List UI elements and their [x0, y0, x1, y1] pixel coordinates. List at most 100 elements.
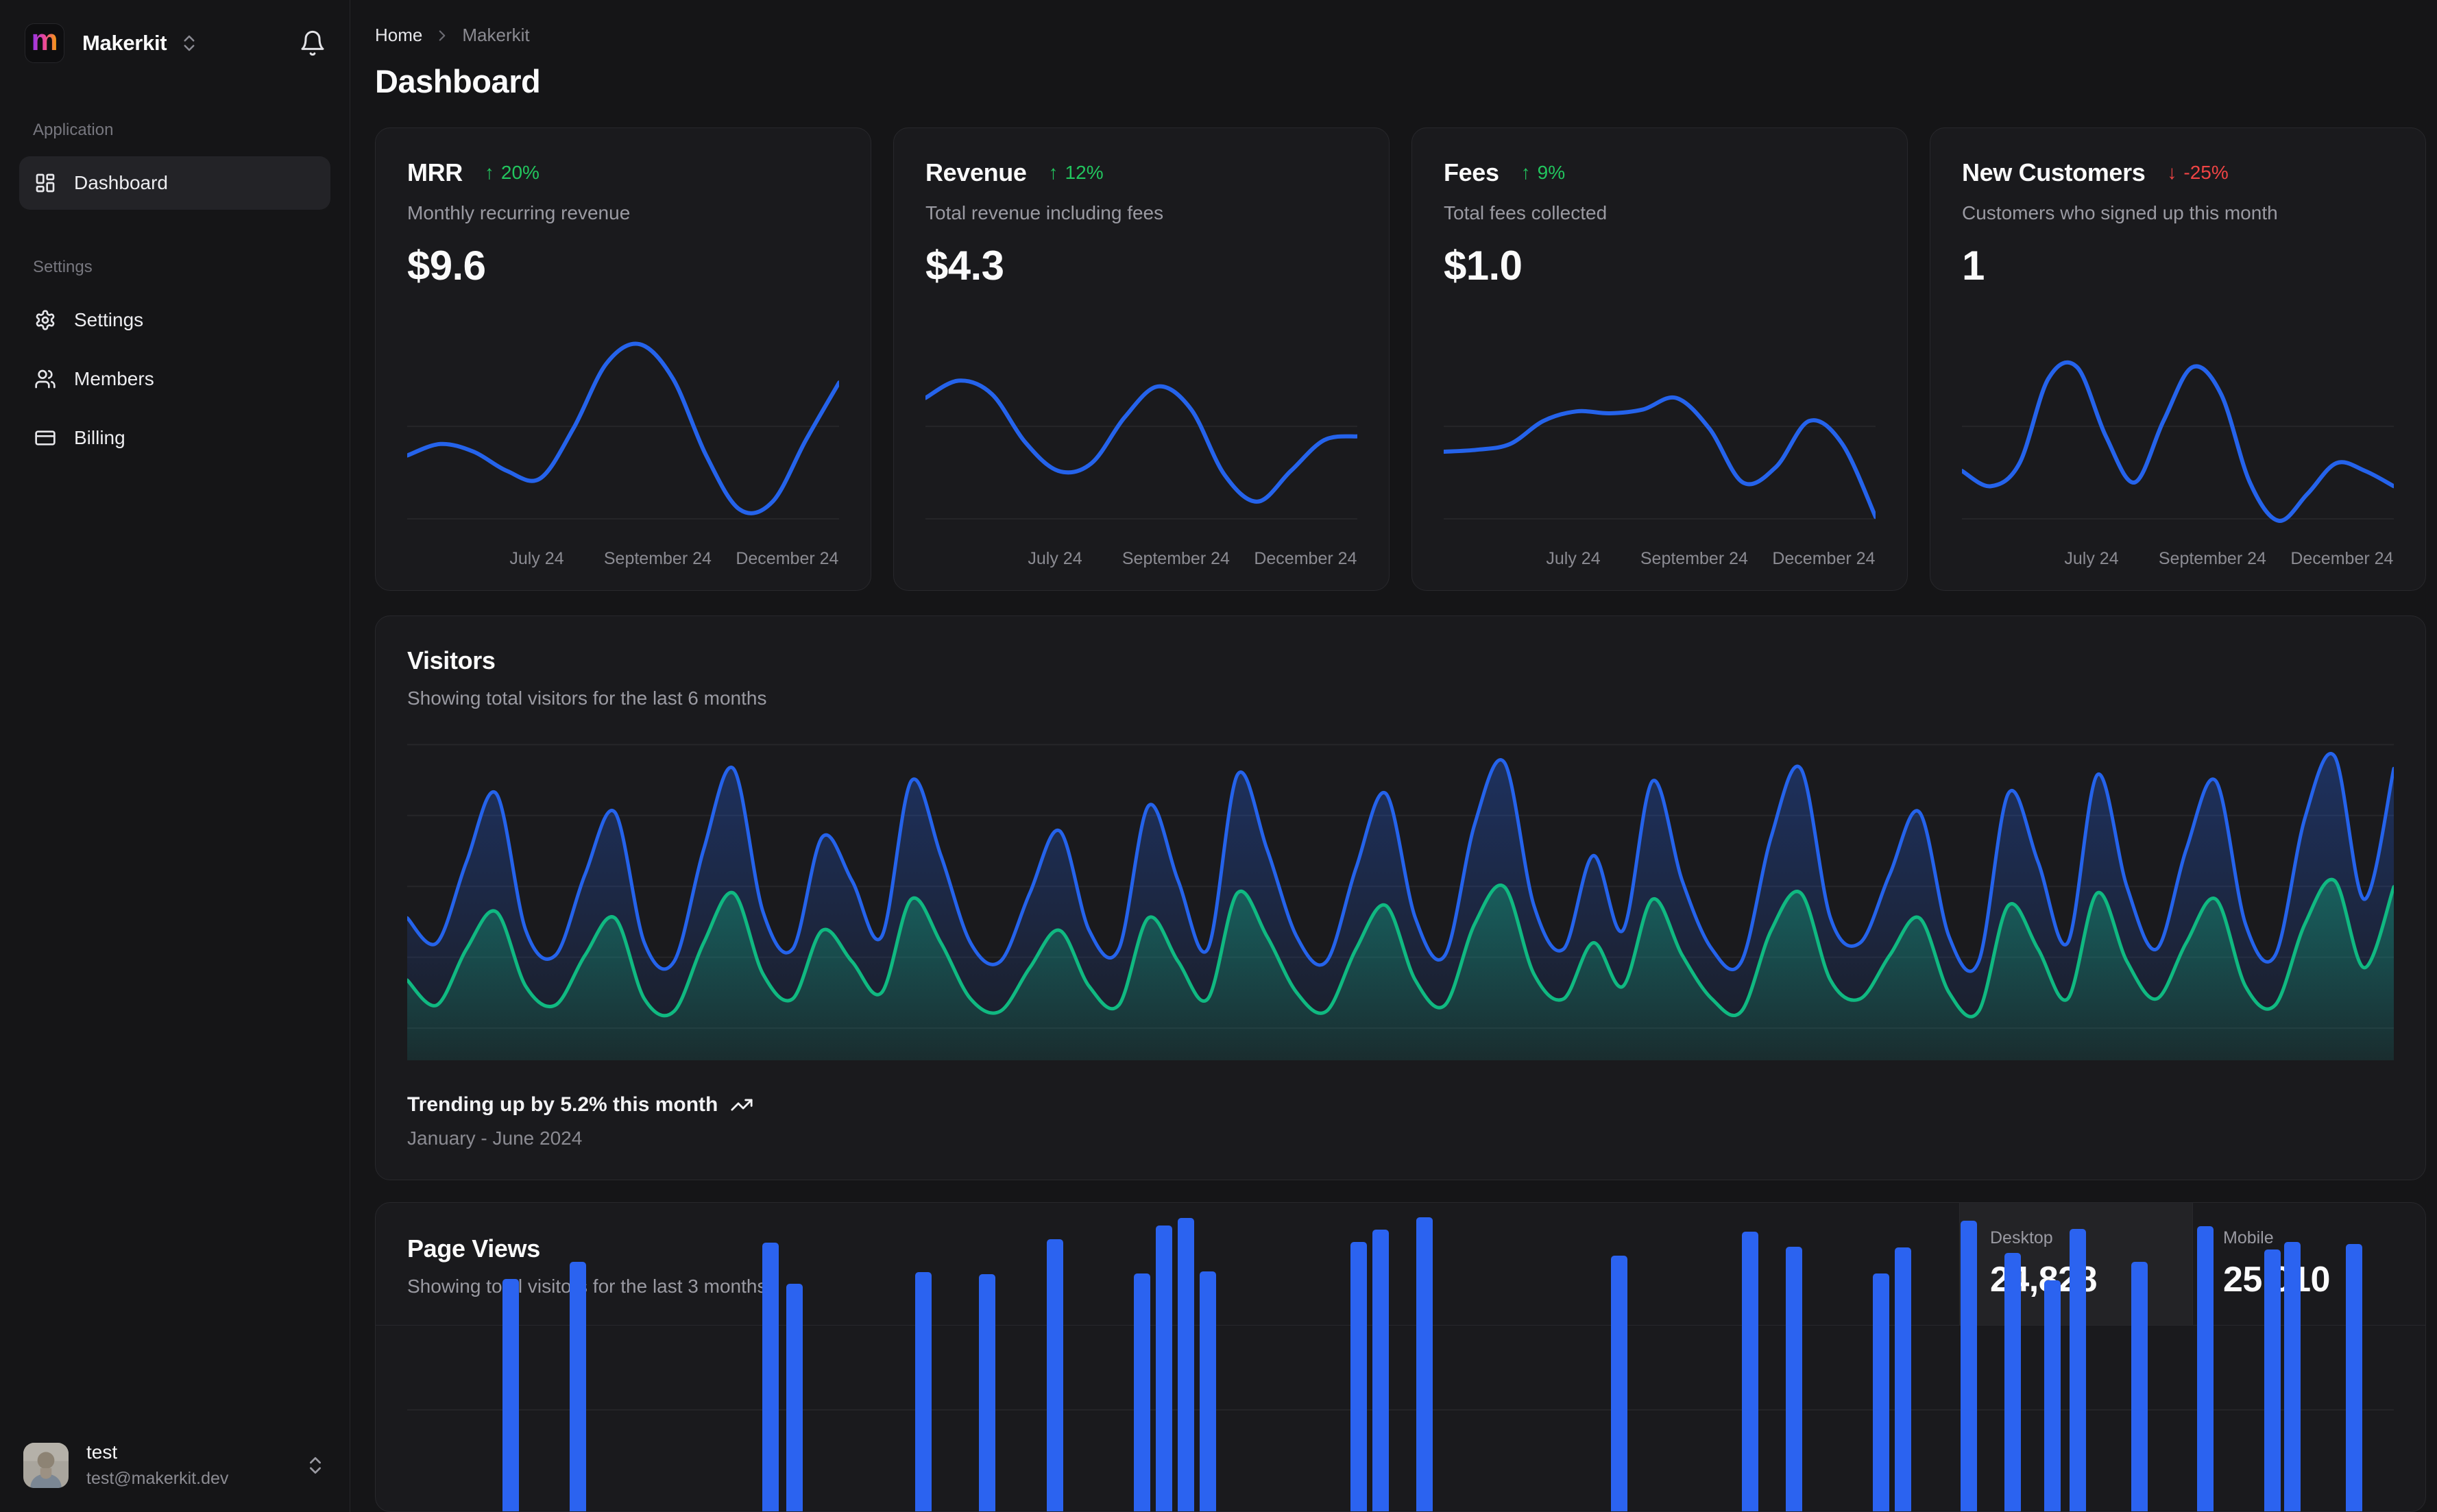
stat-subtitle: Total revenue including fees	[925, 202, 1164, 223]
visitors-trending: Trending up by 5.2% this month	[407, 1093, 2394, 1117]
trend-percent: -25%	[2183, 162, 2229, 183]
breadcrumb-home-link[interactable]: Home	[375, 25, 422, 46]
visitors-title: Visitors	[407, 646, 496, 674]
stat-head: New Customers ↓ -25%	[1962, 158, 2394, 187]
gridline	[407, 1409, 2394, 1411]
bar	[2004, 1253, 2021, 1511]
axis-tick: September 24	[1640, 549, 1748, 568]
arrow-up-icon: ↑	[1520, 162, 1531, 183]
page-views-bar-chart	[407, 1217, 2394, 1511]
team-switcher[interactable]: m Makerkit	[25, 23, 199, 63]
main-content: Home Makerkit Dashboard MRR ↑ 20% Monthl…	[350, 0, 2437, 1512]
user-meta: test test@makerkit.dev	[86, 1441, 228, 1489]
x-axis: July 24 September 24 December 24	[1444, 541, 1876, 572]
trend-badge: ↑ 20%	[485, 162, 539, 184]
user-email: test@makerkit.dev	[86, 1469, 229, 1488]
app-root: m Makerkit Application Dashboard Setting…	[0, 0, 2437, 1512]
sidebar-item-billing[interactable]: Billing	[19, 411, 330, 465]
bar	[1350, 1242, 1368, 1511]
breadcrumb-current: Makerkit	[462, 25, 530, 45]
nav-section-settings: Settings Settings Members Billing	[19, 258, 330, 465]
x-axis: July 24 September 24 December 24	[1962, 541, 2394, 572]
trending-text: Trending up by 5.2% this month	[407, 1093, 718, 1116]
stat-value: $4.3	[925, 243, 1004, 289]
bar	[1046, 1239, 1063, 1511]
axis-tick: September 24	[2158, 549, 2266, 568]
chart-canvas	[1960, 360, 2396, 523]
sidebar-item-settings[interactable]: Settings	[19, 293, 330, 347]
chart-canvas	[923, 378, 1359, 520]
sidebar-header: m Makerkit	[0, 0, 350, 63]
logo-letter: m	[31, 23, 58, 57]
axis-tick: July 24	[509, 549, 564, 568]
stat-title: Revenue	[925, 158, 1027, 186]
sidebar-item-label: Settings	[74, 309, 144, 330]
chevrons-up-down-icon	[304, 1454, 326, 1476]
new-customers-sparkline	[1960, 330, 2396, 535]
makerkit-logo: m	[25, 23, 64, 63]
team-name: Makerkit	[82, 31, 167, 55]
stat-card-mrr: MRR ↑ 20% Monthly recurring revenue $9.6…	[375, 127, 871, 591]
stat-title: Fees	[1444, 158, 1499, 186]
axis-tick: July 24	[1028, 549, 1082, 568]
bar	[2196, 1226, 2214, 1511]
bar	[1156, 1226, 1173, 1511]
notifications-button[interactable]	[299, 29, 326, 57]
chevrons-up-down-icon	[179, 33, 199, 53]
toggle-label: Mobile	[2223, 1228, 2274, 1247]
bar	[1960, 1221, 1977, 1511]
trend-badge: ↓ -25%	[2167, 162, 2228, 184]
bar	[1742, 1232, 1759, 1511]
bar	[2131, 1262, 2148, 1511]
stat-card-revenue: Revenue ↑ 12% Total revenue including fe…	[893, 127, 1390, 591]
bar	[502, 1279, 519, 1511]
user-menu[interactable]: test test@makerkit.dev	[0, 1421, 350, 1512]
trend-percent: 12%	[1065, 162, 1104, 183]
section-label: Application	[33, 121, 114, 139]
stat-head: Fees ↑ 9%	[1444, 158, 1876, 187]
chart-canvas	[405, 744, 2396, 1060]
stat-value: $1.0	[1444, 243, 1523, 289]
x-axis: July 24 September 24 December 24	[407, 541, 839, 572]
stat-head: Revenue ↑ 12%	[925, 158, 1357, 187]
axis-tick: December 24	[1772, 549, 1876, 568]
sidebar-item-label: Billing	[74, 427, 125, 448]
bell-icon	[299, 29, 326, 57]
fees-sparkline	[1442, 330, 1878, 535]
bar	[2284, 1242, 2301, 1511]
sidebar-item-members[interactable]: Members	[19, 352, 330, 406]
stat-card-fees: Fees ↑ 9% Total fees collected $1.0 July…	[1411, 127, 1908, 591]
users-icon	[34, 368, 56, 390]
bar	[2044, 1280, 2061, 1511]
nav-section-application: Application Dashboard	[19, 121, 330, 210]
bar	[2264, 1249, 2281, 1511]
stat-head: MRR ↑ 20%	[407, 158, 839, 187]
bar	[786, 1284, 803, 1511]
stat-title: MRR	[407, 158, 463, 186]
axis-tick: September 24	[603, 549, 712, 568]
trend-badge: ↑ 12%	[1049, 162, 1104, 184]
sidebar-item-label: Dashboard	[74, 172, 168, 193]
bar	[1416, 1217, 1433, 1511]
visitors-area-chart	[405, 738, 2396, 1060]
stat-value: 1	[1962, 243, 1985, 289]
visitors-period: January - June 2024	[407, 1127, 583, 1149]
stat-title: New Customers	[1962, 158, 2146, 186]
x-axis: July 24 September 24 December 24	[925, 541, 1357, 572]
trend-percent: 9%	[1537, 162, 1566, 183]
arrow-down-icon: ↓	[2167, 162, 2177, 183]
arrow-up-icon: ↑	[484, 162, 494, 183]
bar	[1372, 1230, 1390, 1511]
bar	[1178, 1218, 1195, 1511]
bar	[1873, 1273, 1890, 1511]
toggle-mobile[interactable]: Mobile 25,010	[2192, 1203, 2425, 1325]
chart-canvas	[405, 341, 841, 520]
bar	[979, 1274, 996, 1511]
sidebar-item-dashboard[interactable]: Dashboard	[19, 156, 330, 210]
visitors-card: Visitors Showing total visitors for the …	[375, 615, 2426, 1180]
user-name: test	[86, 1441, 118, 1463]
mrr-sparkline	[405, 330, 841, 535]
bar	[1785, 1247, 1802, 1511]
trend-badge: ↑ 9%	[1521, 162, 1565, 184]
